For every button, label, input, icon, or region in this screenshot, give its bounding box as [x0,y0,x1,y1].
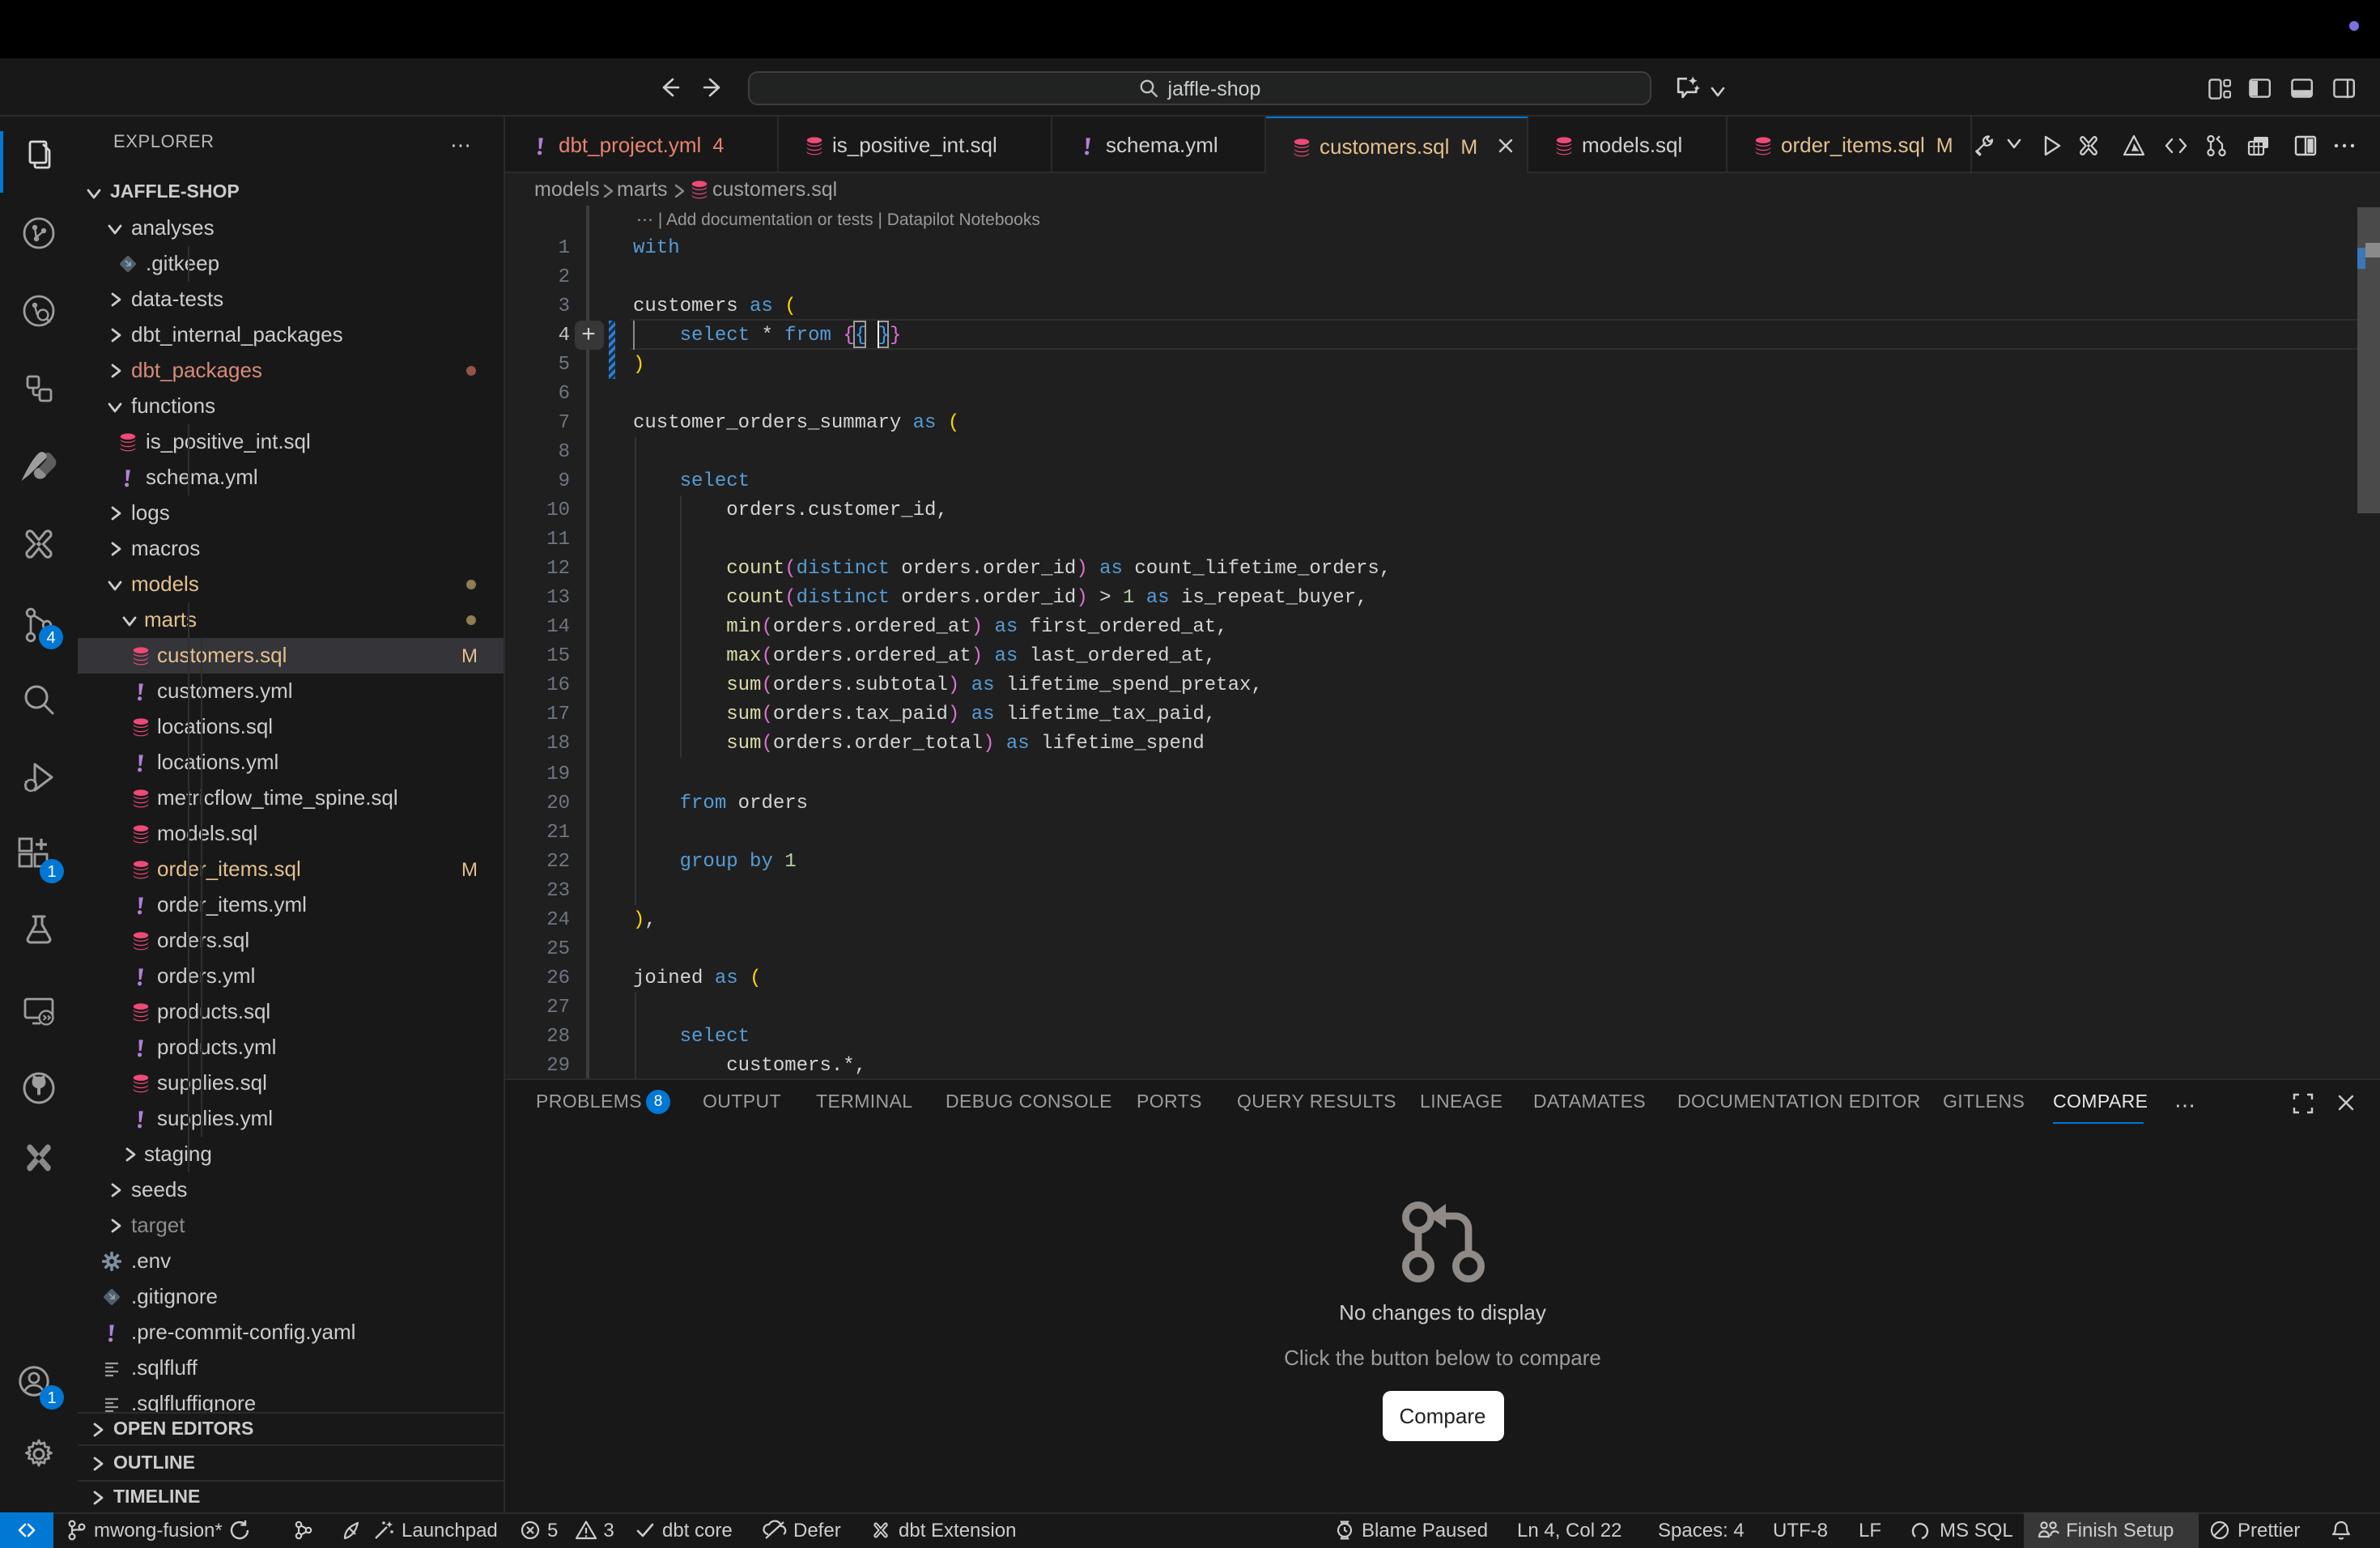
svg-text:4: 4 [46,629,55,647]
svg-text:1: 1 [47,863,56,881]
svg-text:1: 1 [47,1389,56,1407]
